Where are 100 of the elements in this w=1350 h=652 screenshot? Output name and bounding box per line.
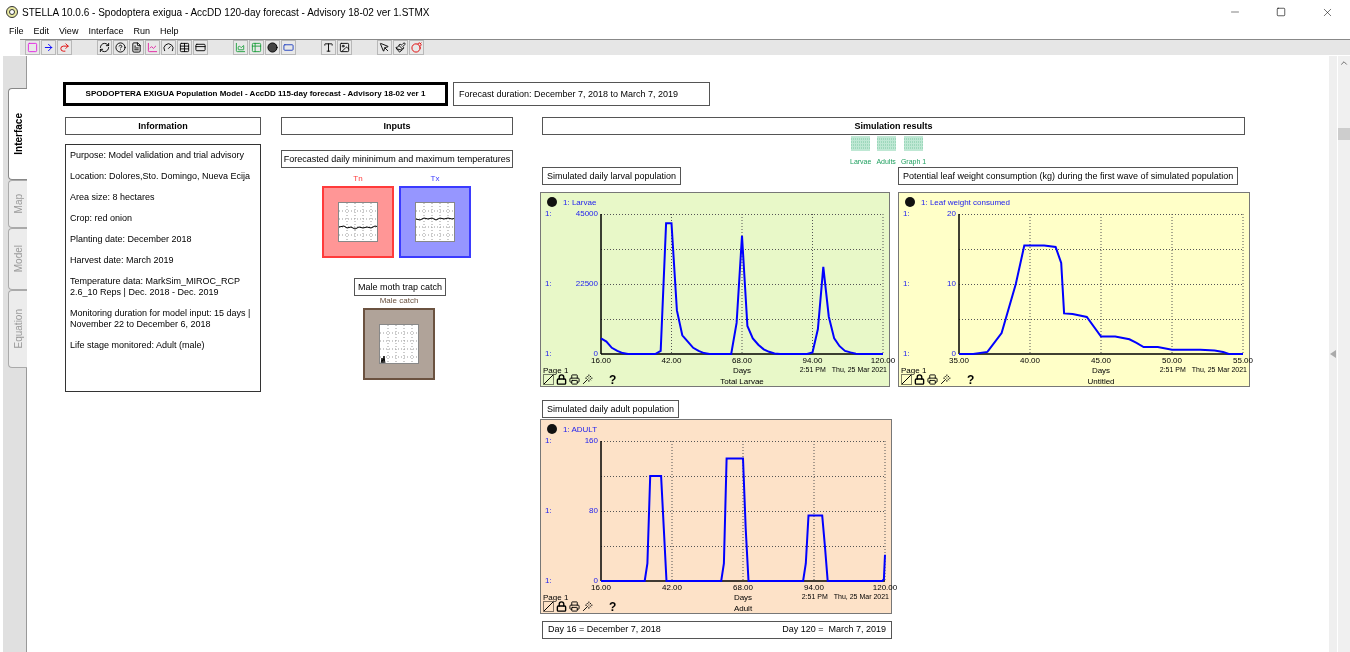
scroll-up-icon <box>1339 58 1349 68</box>
graphical-input-pad[interactable] <box>363 308 435 380</box>
help-button[interactable]: ? <box>967 374 975 386</box>
pad-label: Male catch <box>378 297 420 305</box>
app-icon <box>6 6 18 18</box>
menu-item[interactable]: Edit <box>33 25 50 39</box>
lock-icon[interactable] <box>914 374 925 385</box>
x-axis-label: Days <box>731 367 753 375</box>
y-tick-label: 22500 <box>574 280 598 288</box>
scale-label: 1: <box>545 350 552 358</box>
document-icon[interactable] <box>129 40 144 55</box>
x-tick-label: 120.00 <box>869 357 897 365</box>
wand-icon[interactable] <box>582 374 593 385</box>
wand-icon[interactable] <box>582 601 593 612</box>
text-icon[interactable] <box>321 40 336 55</box>
x-tick-label: 68.00 <box>731 357 753 365</box>
graph-caption: Simulated daily larval population <box>542 167 682 185</box>
page-label: Page 1 <box>901 367 927 375</box>
menu-item[interactable]: Run <box>133 25 150 39</box>
y-tick-label: 0 <box>950 350 956 358</box>
lock-icon[interactable] <box>556 374 567 385</box>
knob-icon[interactable] <box>265 40 280 55</box>
x-tick-label: 40.00 <box>1019 357 1041 365</box>
printer-icon[interactable] <box>569 374 580 385</box>
page-label: Page 1 <box>543 594 569 602</box>
menu-item[interactable]: View <box>59 25 79 39</box>
collapse-arrow-icon <box>1330 350 1336 358</box>
scroll-thumb[interactable] <box>1338 128 1350 140</box>
scale-label: 1: <box>545 280 552 288</box>
image-icon[interactable] <box>337 40 352 55</box>
x-tick-label: 94.00 <box>801 357 824 365</box>
information-text: Crop: red onion <box>70 213 134 224</box>
printer-icon[interactable] <box>927 374 938 385</box>
flow-icon[interactable] <box>41 40 56 55</box>
window-title: STELLA 10.0.6 - Spodoptera exigua - AccDD 120-day forecast - Advisory 18-02 ver 1.STMX <box>22 5 430 20</box>
graphical-input-pad[interactable] <box>322 186 394 258</box>
y-tick-label: 20 <box>946 210 956 218</box>
forecast-duration: Forecast duration: December 7, 2018 to March 7, 2019 <box>453 82 710 106</box>
x-tick-label: 68.00 <box>732 584 754 592</box>
lock-icon[interactable] <box>556 601 567 612</box>
graph-legend: 1: Leaf weight consumed <box>921 199 1010 207</box>
information-text: Monitoring duration for model input: 15 days | November 22 to December 6, 2018 <box>70 308 252 330</box>
zoom-icon[interactable] <box>543 601 554 612</box>
loop-icon[interactable] <box>97 40 112 55</box>
mini-graph-icon <box>379 324 419 364</box>
input-icon[interactable] <box>281 40 296 55</box>
scale-label: 1: <box>545 577 552 585</box>
scale-label: 1: <box>903 350 910 358</box>
y-tick-label: 10 <box>946 280 956 288</box>
graphical-input-pad[interactable] <box>399 186 471 258</box>
zoom-icon[interactable] <box>901 374 912 385</box>
mini-graph-icon <box>415 202 455 242</box>
information-text: Life stage monitored: Adult (male) <box>70 340 206 351</box>
graph-legend: 1: ADULT <box>563 426 598 434</box>
x-axis-label: Days <box>1090 367 1112 375</box>
information-text: Purpose: Model validation and trial advisory <box>70 150 246 161</box>
connector-icon[interactable] <box>57 40 72 55</box>
x-tick-label: 42.00 <box>660 357 683 365</box>
maximize-icon[interactable] <box>1276 7 1286 17</box>
graph-caption: Simulated daily adult population <box>542 400 680 418</box>
scale-label: 1: <box>545 507 552 515</box>
model-title: SPODOPTERA EXIGUA Population Model - AccDD 115-day forecast - Advisory 18-02 ver 1 <box>63 82 448 106</box>
help-icon[interactable] <box>113 40 128 55</box>
x-tick-label: 120.00 <box>871 584 899 592</box>
menu-item[interactable]: Interface <box>88 25 124 39</box>
information-heading: Information <box>65 117 261 135</box>
pad-label: Tx <box>429 175 441 183</box>
y-tick-label: 45000 <box>574 210 598 218</box>
information-text: Temperature data: MarkSim_MIROC_RCP 2.6_10 Reps | Dec. 2018 - Dec. 2019 <box>70 276 241 298</box>
results-heading: Simulation results <box>542 117 1245 135</box>
scale-label: 1: <box>903 280 910 288</box>
y-tick-label: 0 <box>592 350 598 358</box>
scale-label: 1: <box>545 210 552 218</box>
information-text: Area size: 8 hectares <box>70 192 156 203</box>
help-button[interactable]: ? <box>609 601 617 613</box>
pad-label: Tn <box>352 175 364 183</box>
brush-icon[interactable] <box>393 40 408 55</box>
x-tick-label: 42.00 <box>661 584 683 592</box>
x-axis-label: Days <box>732 594 754 602</box>
side-tab[interactable]: Interface <box>8 88 27 180</box>
scrollbar[interactable] <box>1338 56 1350 652</box>
inputs-heading: Inputs <box>281 117 513 135</box>
panel-icon[interactable] <box>193 40 208 55</box>
wand-icon[interactable] <box>940 374 951 385</box>
page-label: Page 1 <box>543 367 569 375</box>
menu-item[interactable]: File <box>9 25 24 39</box>
table-icon[interactable] <box>177 40 192 55</box>
help-button[interactable]: ? <box>609 374 617 386</box>
gauge-icon[interactable] <box>161 40 176 55</box>
zoom-icon[interactable] <box>543 374 554 385</box>
graph-title: Adult <box>732 605 754 613</box>
y-tick-label: 80 <box>588 507 598 515</box>
trap-caption: Male moth trap catch <box>354 278 446 296</box>
printer-icon[interactable] <box>569 601 580 612</box>
pointer-icon[interactable] <box>377 40 392 55</box>
x-tick-label: 45.00 <box>1090 357 1112 365</box>
graph-caption: Potential leaf weight consumption (kg) during the first wave of simulated population <box>898 167 1239 185</box>
scale-label: 1: <box>903 210 910 218</box>
y-tick-label: 160 <box>583 437 598 445</box>
menu-item[interactable]: Help <box>159 25 179 39</box>
